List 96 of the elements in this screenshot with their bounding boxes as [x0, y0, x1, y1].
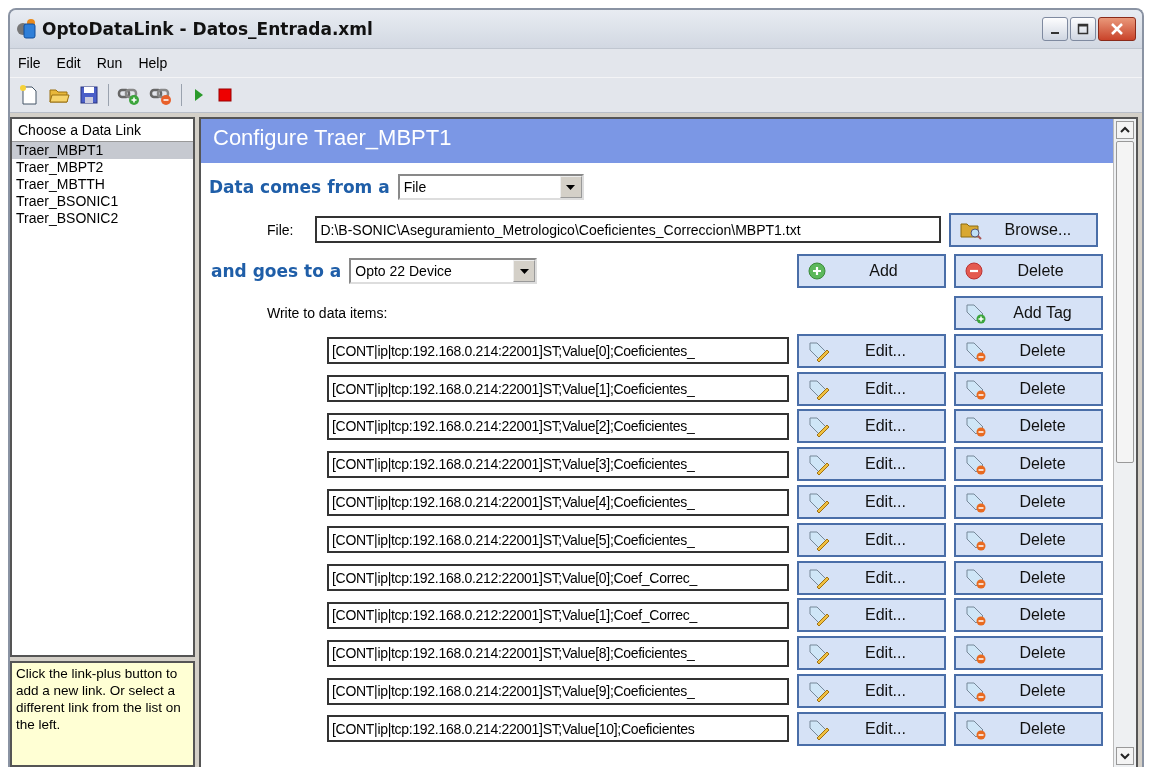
- close-icon: [1110, 22, 1124, 36]
- menu-item[interactable]: File: [18, 55, 41, 71]
- delete-tag-button[interactable]: Delete: [954, 636, 1103, 671]
- edit-button[interactable]: Edit...: [797, 636, 946, 671]
- source-label: Data comes from a: [209, 177, 390, 197]
- file-path-field[interactable]: D:\B-SONIC\Aseguramiento_Metrologico\Coeficientes_Correccion\MBPT1.txt: [315, 216, 942, 243]
- menu-item[interactable]: Run: [96, 55, 123, 71]
- destination-dropdown[interactable]: Opto 22 Device: [349, 258, 538, 284]
- minimize-icon: [1051, 32, 1059, 34]
- dropdown-arrow-icon: [566, 184, 576, 190]
- tag-remove-icon: [964, 717, 988, 740]
- link-list-item[interactable]: Traer_MBTTH: [12, 176, 193, 193]
- edit-button[interactable]: Edit...: [797, 598, 946, 633]
- delete-tag-button[interactable]: Delete: [954, 598, 1103, 633]
- minus-circle-icon: [964, 261, 984, 281]
- tag-edit-icon: [807, 717, 831, 740]
- delete-tag-button[interactable]: Delete: [954, 560, 1103, 595]
- tag-remove-icon: [964, 604, 988, 627]
- tag-edit-icon: [807, 642, 831, 665]
- data-item-field[interactable]: [CONT|ip|tcp:192.168.0.214:22001]ST;Value[5];Coeficientes_: [327, 526, 789, 554]
- help-note: Click the link-plus button to add a new link. Or select a different link from the list on the left.: [10, 661, 195, 767]
- app-icon: [16, 18, 38, 40]
- delete-tag-button[interactable]: Delete: [954, 409, 1103, 444]
- data-item-field[interactable]: [CONT|ip|tcp:192.168.0.212:22001]ST;Value[1];Coef_Correc_: [327, 601, 789, 629]
- scroll-thumb[interactable]: [1116, 141, 1134, 463]
- source-dropdown[interactable]: File: [397, 174, 584, 200]
- edit-button[interactable]: Edit...: [797, 447, 946, 482]
- data-item-field[interactable]: [CONT|ip|tcp:192.168.0.214:22001]ST;Value[9];Coeficientes_: [327, 677, 789, 705]
- menu-item[interactable]: Edit: [56, 55, 81, 71]
- add-button[interactable]: Add: [797, 254, 946, 288]
- tag-edit-icon: [807, 453, 831, 476]
- destination-label: and goes to a: [211, 261, 342, 281]
- tag-edit-icon: [807, 566, 831, 589]
- link-list-item[interactable]: Traer_BSONIC2: [12, 210, 193, 227]
- tag-remove-icon: [964, 566, 988, 589]
- maximize-button[interactable]: [1070, 17, 1096, 41]
- tag-edit-icon: [807, 680, 831, 703]
- dropdown-arrow-icon: [519, 268, 529, 274]
- delete-tag-button[interactable]: Delete: [954, 674, 1103, 709]
- tag-edit-icon: [807, 528, 831, 551]
- data-item-field[interactable]: [CONT|ip|tcp:192.168.0.214:22001]ST;Value[4];Coeficientes_: [327, 488, 789, 516]
- tag-edit-icon: [807, 339, 831, 362]
- tag-remove-icon: [964, 377, 988, 400]
- data-item-field[interactable]: [CONT|ip|tcp:192.168.0.214:22001]ST;Value[2];Coeficientes_: [327, 413, 789, 440]
- file-label: File:: [267, 221, 294, 238]
- tag-remove-icon: [964, 415, 988, 438]
- edit-button[interactable]: Edit...: [797, 560, 946, 595]
- data-item-field[interactable]: [CONT|ip|tcp:192.168.0.214:22001]ST;Value[3];Coeficientes_: [327, 450, 789, 478]
- tag-remove-icon: [964, 339, 988, 362]
- delete-tag-button[interactable]: Delete: [954, 371, 1103, 406]
- tag-add-icon: [964, 302, 988, 324]
- scroll-down-icon[interactable]: [1116, 747, 1134, 765]
- link-list-item[interactable]: Traer_MBPT2: [12, 159, 193, 176]
- delete-tag-button[interactable]: Delete: [954, 333, 1103, 368]
- tag-edit-icon: [807, 415, 831, 438]
- delete-tag-button[interactable]: Delete: [954, 447, 1103, 482]
- scroll-up-icon[interactable]: [1116, 121, 1134, 139]
- data-item-field[interactable]: [CONT|ip|tcp:192.168.0.214:22001]ST;Value[10];Coeficientes: [327, 715, 789, 743]
- tag-edit-icon: [807, 491, 831, 514]
- edit-button[interactable]: Edit...: [797, 485, 946, 520]
- browse-button[interactable]: Browse...: [949, 212, 1099, 247]
- write-items-label: Write to data items:: [267, 305, 388, 321]
- save-icon[interactable]: [78, 84, 100, 106]
- delete-tag-button[interactable]: Delete: [954, 522, 1103, 557]
- delete-tag-button[interactable]: Delete: [954, 711, 1103, 746]
- menu-item[interactable]: Help: [138, 55, 168, 71]
- tag-edit-icon: [807, 604, 831, 627]
- data-item-field[interactable]: [CONT|ip|tcp:192.168.0.214:22001]ST;Value[0];Coeficientes_: [327, 337, 789, 365]
- delete-tag-button[interactable]: Delete: [954, 485, 1103, 520]
- tag-remove-icon: [964, 491, 988, 514]
- delete-button[interactable]: Delete: [954, 254, 1103, 288]
- edit-button[interactable]: Edit...: [797, 409, 946, 444]
- edit-button[interactable]: Edit...: [797, 522, 946, 557]
- tag-remove-icon: [964, 453, 988, 476]
- edit-button[interactable]: Edit...: [797, 711, 946, 746]
- vertical-scrollbar[interactable]: [1113, 119, 1136, 767]
- close-button[interactable]: [1098, 17, 1136, 41]
- link-list-item[interactable]: Traer_BSONIC1: [12, 193, 193, 210]
- add-tag-button[interactable]: Add Tag: [954, 296, 1103, 330]
- new-document-icon[interactable]: [18, 84, 40, 106]
- panel-header: Configure Traer_MBPT1: [201, 119, 1113, 163]
- data-item-field[interactable]: [CONT|ip|tcp:192.168.0.214:22001]ST;Value[8];Coeficientes_: [327, 639, 789, 667]
- tag-remove-icon: [964, 680, 988, 703]
- plus-circle-icon: [807, 261, 827, 281]
- maximize-icon: [1077, 23, 1089, 35]
- data-item-field[interactable]: [CONT|ip|tcp:192.168.0.212:22001]ST;Value[0];Coef_Correc_: [327, 564, 789, 592]
- tag-remove-icon: [964, 528, 988, 551]
- edit-button[interactable]: Edit...: [797, 674, 946, 709]
- minimize-button[interactable]: [1042, 17, 1068, 41]
- window-title: OptoDataLink - Datos_Entrada.xml: [42, 19, 373, 39]
- link-list-item[interactable]: Traer_MBPT1: [12, 142, 193, 159]
- edit-button[interactable]: Edit...: [797, 371, 946, 406]
- edit-button[interactable]: Edit...: [797, 333, 946, 368]
- tag-edit-icon: [807, 377, 831, 400]
- tag-remove-icon: [964, 642, 988, 665]
- data-item-field[interactable]: [CONT|ip|tcp:192.168.0.214:22001]ST;Value[1];Coeficientes_: [327, 375, 789, 403]
